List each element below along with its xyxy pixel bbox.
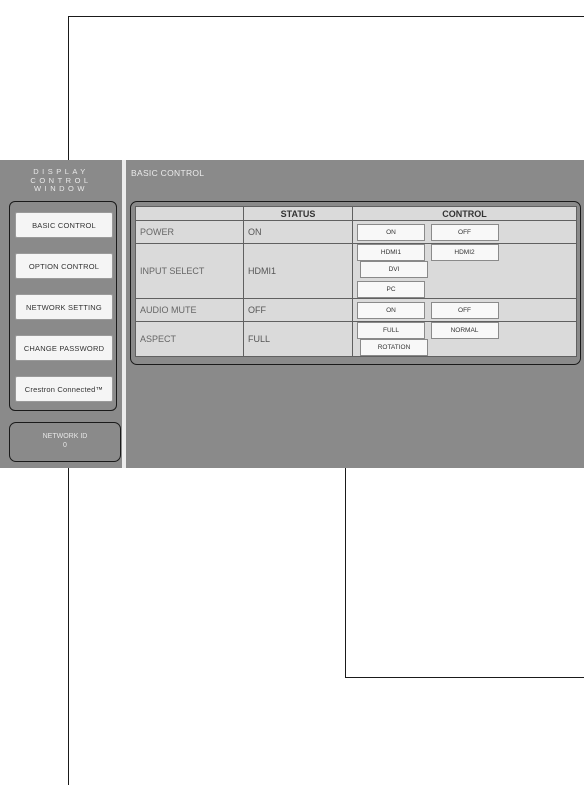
aspect-full-button[interactable]: FULL <box>357 322 425 339</box>
network-setting-button[interactable]: NETWORK SETTING <box>15 294 113 320</box>
window-title: DISPLAY CONTROL WINDOW <box>30 167 92 193</box>
header-status: STATUS <box>243 206 353 221</box>
row-label: POWER <box>135 220 244 244</box>
row-controls: HDMI1 HDMI2 DVI PC <box>352 243 577 299</box>
row-label: INPUT SELECT <box>135 243 244 299</box>
power-off-button[interactable]: OFF <box>430 223 499 241</box>
row-status: FULL <box>243 321 353 357</box>
callout-line-mid-horizontal <box>345 677 584 678</box>
callout-line-top-horizontal <box>68 16 584 17</box>
hdmi1-button[interactable]: HDMI1 <box>357 244 425 261</box>
row-controls: ON OFF <box>352 298 577 322</box>
control-table-frame: STATUS CONTROL POWER ON ON OFF INPUT SEL… <box>130 201 581 365</box>
crestron-connected-button[interactable]: Crestron Connected™ <box>15 376 113 402</box>
table-row-input-select: INPUT SELECT HDMI1 HDMI1 HDMI2 DVI PC <box>135 243 577 299</box>
aspect-normal-button[interactable]: NORMAL <box>430 322 499 339</box>
row-status: OFF <box>243 298 353 322</box>
mute-off-button[interactable]: OFF <box>430 301 499 319</box>
row-status: HDMI1 <box>243 243 353 299</box>
nav-group: BASIC CONTROL OPTION CONTROL NETWORK SET… <box>9 201 117 411</box>
network-id-value: 0 <box>63 442 67 449</box>
table-row-audio-mute: AUDIO MUTE OFF ON OFF <box>135 298 577 322</box>
dvi-button[interactable]: DVI <box>360 261 428 278</box>
row-status: ON <box>243 220 353 244</box>
callout-line-bottom-left <box>68 460 69 785</box>
option-control-button[interactable]: OPTION CONTROL <box>15 253 113 279</box>
mute-on-button[interactable]: ON <box>357 301 425 319</box>
network-id-label: NETWORK ID <box>42 433 88 440</box>
sidebar-panel: DISPLAY CONTROL WINDOW BASIC CONTROL OPT… <box>0 160 122 468</box>
network-id-box: NETWORK ID 0 <box>9 422 121 462</box>
table-row-power: POWER ON ON OFF <box>135 220 577 244</box>
power-on-button[interactable]: ON <box>357 223 425 241</box>
table-row-aspect: ASPECT FULL FULL NORMAL ROTATION <box>135 321 577 357</box>
hdmi2-button[interactable]: HDMI2 <box>430 244 499 261</box>
header-blank <box>135 206 244 221</box>
change-password-button[interactable]: CHANGE PASSWORD <box>15 335 113 361</box>
header-control: CONTROL <box>352 206 577 221</box>
aspect-rotation-button[interactable]: ROTATION <box>360 339 428 356</box>
table-header-row: STATUS CONTROL <box>135 206 577 221</box>
row-controls: FULL NORMAL ROTATION <box>352 321 577 357</box>
pc-button[interactable]: PC <box>357 281 425 298</box>
basic-control-button[interactable]: BASIC CONTROL <box>15 212 113 238</box>
main-panel: BASIC CONTROL STATUS CONTROL POWER ON ON… <box>126 160 584 468</box>
row-label: AUDIO MUTE <box>135 298 244 322</box>
control-table: STATUS CONTROL POWER ON ON OFF INPUT SEL… <box>135 206 577 357</box>
row-controls: ON OFF <box>352 220 577 244</box>
page-title: BASIC CONTROL <box>131 168 205 178</box>
row-label: ASPECT <box>135 321 244 357</box>
